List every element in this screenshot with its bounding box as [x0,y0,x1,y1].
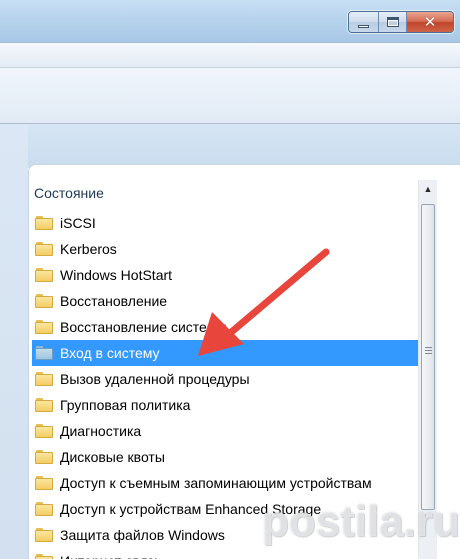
list-item-label: Защита файлов Windows [60,527,225,543]
scrollbar-thumb[interactable] [421,204,435,510]
list-item-label: Диагностика [60,423,142,439]
folder-icon [35,476,53,490]
caption-buttons: ✕ [348,11,454,33]
list-item-label: Вызов удаленной процедуры [60,371,250,387]
list-item-label: Восстановление [60,293,168,309]
folder-icon [35,424,53,438]
list-item-label: Доступ к съемным запоминающим устройства… [60,475,372,491]
list-item[interactable]: Диагностика [32,418,418,444]
folder-icon [35,320,53,334]
minimize-button[interactable] [349,12,379,32]
folder-icon [35,242,53,256]
maximize-button[interactable] [379,12,407,32]
list-item[interactable]: Вход в систему [32,340,418,366]
scroll-up-icon[interactable]: ▲ [419,180,437,198]
column-header-state[interactable]: Состояние [34,182,104,204]
folder-icon [35,346,53,360]
list-item-label: Интернет-связь [60,553,161,559]
list-item-label: Вход в систему [60,345,160,361]
list-item-label: Восстановление системы [60,319,227,335]
list-item[interactable]: Групповая политика [32,392,418,418]
watermark: postila.ru [262,497,460,546]
folder-icon [35,502,53,516]
thumb-grip-line [425,347,432,348]
list-item[interactable]: Восстановление системы [32,314,418,340]
list-item[interactable]: Windows HotStart [32,262,418,288]
toolbar [0,68,460,124]
menu-bar [0,42,460,68]
minimize-icon [358,24,369,28]
folder-icon [35,294,53,308]
list-item[interactable]: Вызов удаленной процедуры [32,366,418,392]
folder-icon [35,268,53,282]
folder-icon [35,554,53,559]
list-item[interactable]: Kerberos [32,236,418,262]
pane-header [0,124,460,168]
folder-icon [35,528,53,542]
list-item-label: iSCSI [60,215,96,231]
close-button[interactable]: ✕ [407,12,453,32]
maximize-icon [386,17,399,27]
thumb-grip-line [425,350,432,351]
list-item-label: Kerberos [60,241,117,257]
list-item-label: Групповая политика [60,397,191,413]
list-item[interactable]: Дисковые квоты [32,444,418,470]
title-bar[interactable]: ✕ [0,0,460,42]
folder-icon [35,216,53,230]
list-item-label: Дисковые квоты [60,449,165,465]
list-item-label: Windows HotStart [60,267,173,283]
navigation-pane[interactable] [0,124,28,559]
thumb-grip-line [425,353,432,354]
folder-icon [35,450,53,464]
folder-icon [35,372,53,386]
list-item[interactable]: iSCSI [32,210,418,236]
close-icon: ✕ [423,13,437,31]
list-item[interactable]: Восстановление [32,288,418,314]
folder-icon [35,398,53,412]
